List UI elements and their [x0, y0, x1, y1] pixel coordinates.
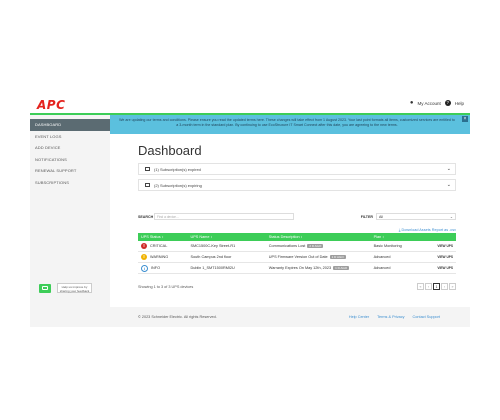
pagination: « ‹ 1 › »: [417, 283, 456, 290]
age-badge: 1 D AGO: [329, 254, 346, 260]
next-page-button[interactable]: ›: [441, 283, 448, 290]
sidebar-item-subscriptions[interactable]: SUBSCRIPTIONS: [30, 177, 110, 189]
user-icon[interactable]: ●: [410, 100, 414, 106]
ups-name: Dublin 1_SMT1500RMI2U: [190, 266, 235, 270]
view-ups-link[interactable]: VIEW UPS: [434, 252, 456, 263]
ups-name: SMC1500C-Key Street-R1: [190, 244, 236, 248]
terms-banner: We are updating our terms and conditions…: [110, 115, 470, 134]
status-description: Communications Lost 2 D AGO: [266, 241, 371, 252]
table-row: i INFO Dublin 1_SMT1500RMI2U Warranty Exp…: [138, 263, 456, 274]
contact-support-link[interactable]: Contact Support: [413, 315, 440, 319]
terms-privacy-link[interactable]: Terms & Privacy: [377, 315, 404, 319]
help-center-link[interactable]: Help Center: [349, 315, 369, 319]
view-ups-link[interactable]: VIEW UPS: [434, 241, 456, 252]
footer: © 2023 Schneider Electric. All rights Re…: [110, 307, 470, 327]
apc-logo: APC: [37, 98, 66, 112]
subscription-expired-row[interactable]: (1) Subscription(s) expired ⌄: [138, 163, 456, 175]
subscription-expired-label: (1) Subscription(s) expired: [154, 166, 201, 172]
description-text: UPS Firmware Version Out of Date: [268, 254, 328, 259]
view-ups-link[interactable]: VIEW UPS: [434, 263, 456, 274]
close-icon[interactable]: ×: [462, 116, 468, 122]
filter-label: FILTER: [360, 214, 373, 219]
prev-page-button[interactable]: ‹: [425, 283, 432, 290]
col-label: UPS Status: [141, 235, 161, 239]
download-report-label: Download Assets Report as .csv: [401, 228, 456, 232]
description-text: Communications Lost: [268, 243, 306, 248]
search-label: SEARCH: [138, 214, 154, 219]
chevron-down-icon: ⌄: [449, 215, 453, 219]
sidebar-item-event-logs[interactable]: EVENT LOGS: [30, 131, 110, 143]
page-1-button[interactable]: 1: [433, 283, 440, 290]
status-text: WARNING: [150, 255, 169, 259]
subscription-expiring-label: (2) Subscription(s) expiring: [154, 182, 202, 188]
plan: Advanced: [373, 255, 391, 259]
feedback-widget: Help us improve by sharing your feedback: [39, 283, 92, 293]
first-page-button[interactable]: «: [417, 283, 424, 290]
critical-icon: !: [141, 243, 147, 249]
status-description: UPS Firmware Version Out of Date 1 D AGO: [266, 252, 371, 263]
description-text: Warranty Expires On May 12th, 2023: [268, 265, 332, 270]
age-badge: 2 D AGO: [307, 243, 324, 249]
top-right-menu: ● My Account ? Help: [410, 100, 464, 106]
sidebar-item-dashboard[interactable]: DASHBOARD: [30, 119, 110, 131]
table-header-row: UPS Status ↕ UPS Name ↕ Status Descripti…: [138, 233, 456, 241]
top-bar: APC ● My Account ? Help: [30, 95, 470, 113]
download-icon: ⤓: [398, 228, 401, 232]
status-text: CRITICAL: [150, 244, 168, 248]
status-text: INFO: [151, 266, 161, 270]
main-content: Dashboard (1) Subscription(s) expired ⌄ …: [110, 134, 470, 307]
plan: Basic Monitoring: [373, 244, 402, 248]
col-ups-status[interactable]: UPS Status ↕: [138, 233, 187, 241]
last-page-button[interactable]: »: [449, 283, 456, 290]
filter-select[interactable]: All ⌄: [376, 213, 456, 220]
col-ups-name[interactable]: UPS Name ↕: [187, 233, 265, 241]
warning-icon: !: [141, 254, 147, 260]
chevron-down-icon: ⌄: [446, 166, 451, 172]
page-title: Dashboard: [138, 143, 202, 158]
help-icon[interactable]: ?: [444, 100, 451, 106]
sidebar-item-notifications[interactable]: NOTIFICATIONS: [30, 154, 110, 166]
col-status-description[interactable]: Status Description ↕: [266, 233, 371, 241]
filter-bar: SEARCH Find a device... FILTER All ⌄: [138, 211, 456, 222]
filter-value: All: [379, 215, 383, 219]
download-report-link[interactable]: ⤓ Download Assets Report as .csv: [399, 228, 456, 232]
showing-count: Showing 1 to 3 of 3 UPS devices: [138, 285, 194, 289]
plan: Advanced: [373, 266, 391, 270]
ups-table: UPS Status ↕ UPS Name ↕ Status Descripti…: [138, 233, 456, 274]
col-label: UPS Name: [190, 235, 210, 239]
col-action: [434, 233, 456, 241]
my-account-link[interactable]: My Account: [417, 101, 440, 106]
monitor-icon: [145, 183, 150, 187]
banner-text: We are updating our terms and conditions…: [119, 118, 455, 127]
copyright-text: © 2023 Schneider Electric. All rights Re…: [138, 315, 217, 319]
ups-name: South Campus 2nd floor: [190, 255, 232, 259]
table-row: ! WARNING South Campus 2nd floor UPS Firm…: [138, 252, 456, 263]
help-link[interactable]: Help: [455, 101, 464, 106]
age-badge: 1 D AGO: [333, 265, 350, 271]
feedback-tooltip: Help us improve by sharing your feedback: [57, 283, 92, 293]
monitor-icon: [145, 167, 150, 171]
chevron-down-icon: ⌄: [446, 182, 451, 188]
app-window: APC ● My Account ? Help DASHBOARD EVENT …: [30, 95, 470, 327]
col-label: Status Description: [268, 235, 300, 239]
subscription-expiring-row[interactable]: (2) Subscription(s) expiring ⌄: [138, 179, 456, 191]
feedback-icon[interactable]: [39, 283, 51, 293]
search-input[interactable]: Find a device...: [154, 213, 294, 220]
info-icon: i: [141, 264, 148, 272]
col-plan[interactable]: Plan ↕: [371, 233, 435, 241]
table-row: ! CRITICAL SMC1500C-Key Street-R1 Communi…: [138, 241, 456, 252]
footer-links: Help Center Terms & Privacy Contact Supp…: [349, 315, 440, 319]
status-description: Warranty Expires On May 12th, 2023 1 D AG…: [266, 263, 371, 274]
sidebar-item-add-device[interactable]: ADD DEVICE: [30, 142, 110, 154]
col-label: Plan: [373, 235, 382, 239]
sidebar-item-renewal-support[interactable]: RENEWAL SUPPORT: [30, 165, 110, 177]
sidebar: DASHBOARD EVENT LOGS ADD DEVICE NOTIFICA…: [30, 115, 110, 327]
